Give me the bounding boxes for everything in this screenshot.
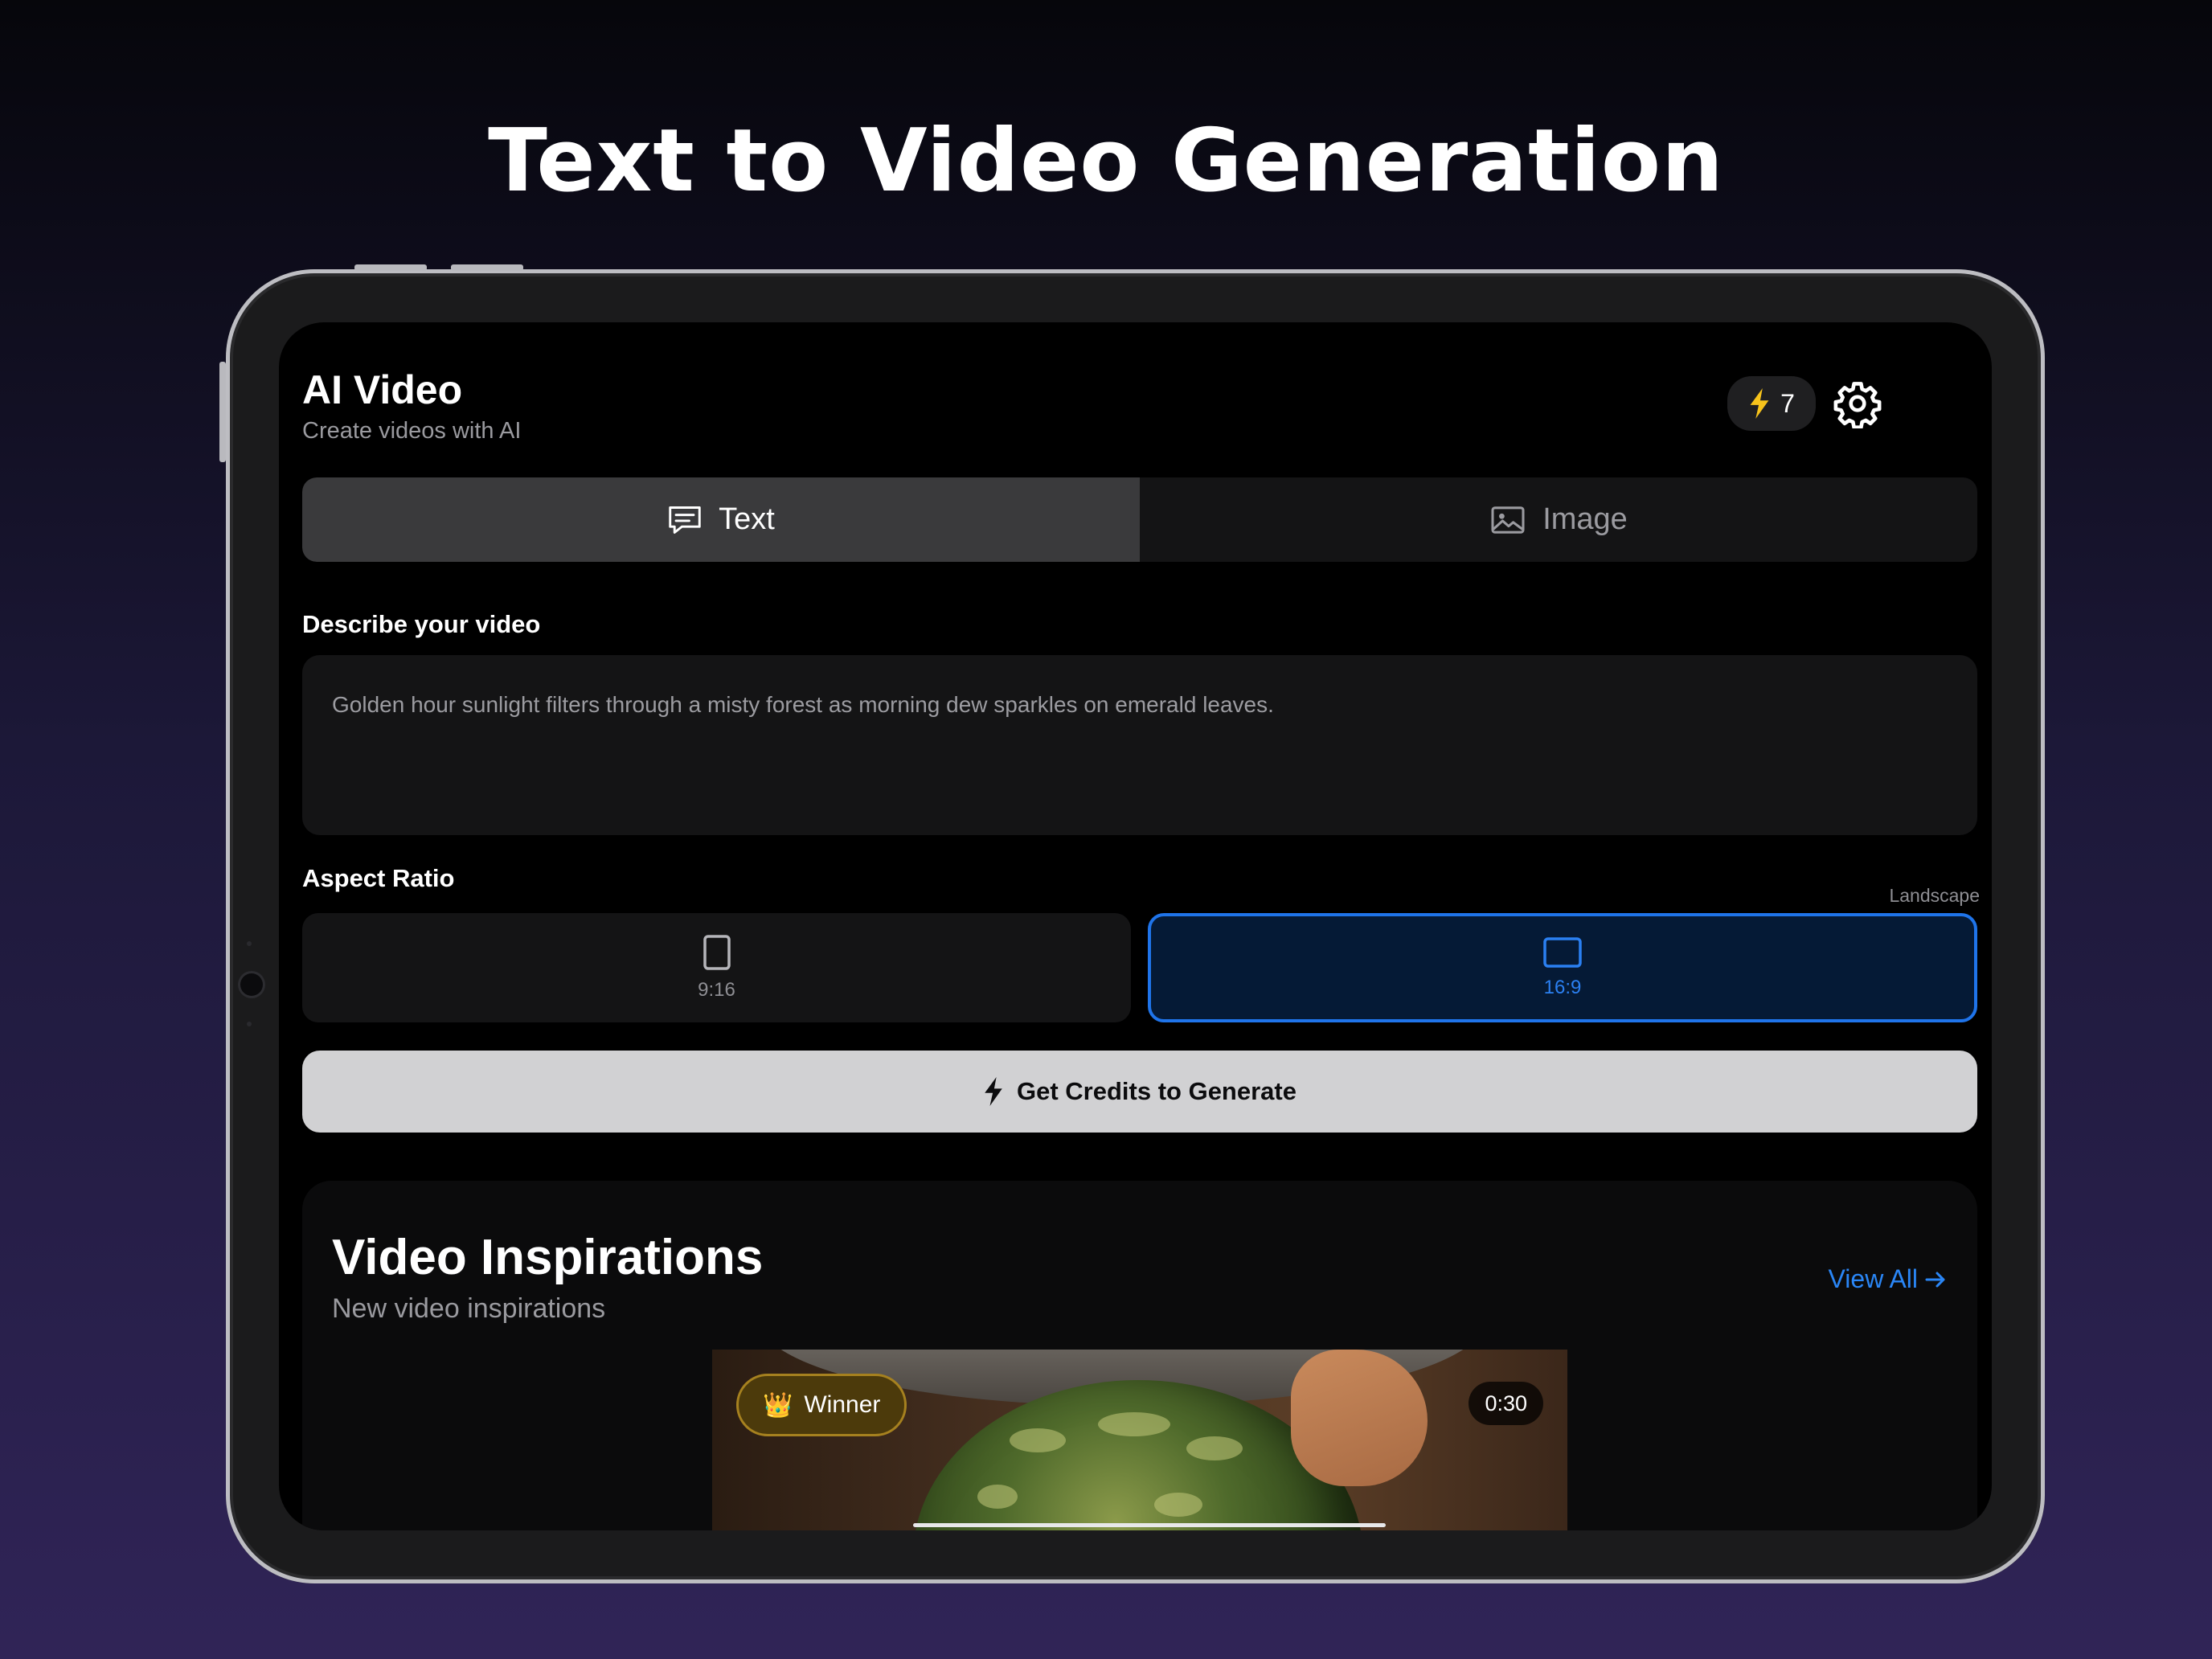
prompt-label: Describe your video: [302, 610, 541, 638]
app-screen: AI Video Create videos with AI 7 Text Im…: [279, 322, 1992, 1530]
credits-count: 7: [1780, 388, 1795, 418]
inspiration-video-card[interactable]: 👑 Winner 0:30: [712, 1350, 1567, 1530]
view-all-link[interactable]: View All: [1829, 1264, 1947, 1294]
tab-image-label: Image: [1542, 502, 1628, 536]
winner-badge: 👑 Winner: [736, 1374, 907, 1436]
sensor-dot: [247, 941, 252, 946]
landscape-rect-icon: [1543, 937, 1582, 968]
marketing-headline: Text to Video Generation: [488, 111, 1724, 211]
crown-icon: 👑: [763, 1391, 793, 1419]
chat-bubble-icon: [669, 506, 701, 534]
view-all-label: View All: [1828, 1264, 1918, 1293]
ratio-label-9-16: 9:16: [698, 979, 735, 1001]
bolt-icon: [1750, 388, 1769, 419]
video-duration: 0:30: [1469, 1382, 1543, 1425]
tab-image[interactable]: Image: [1140, 477, 1977, 562]
arrow-right-icon: [1925, 1272, 1945, 1287]
bolt-icon: [985, 1077, 1002, 1106]
tab-text[interactable]: Text: [302, 477, 1140, 562]
ratio-option-9-16[interactable]: 9:16: [302, 913, 1131, 1022]
gear-icon[interactable]: [1833, 379, 1882, 428]
tablet-frame: AI Video Create videos with AI 7 Text Im…: [219, 264, 2045, 1583]
app-subtitle: Create videos with AI: [302, 418, 522, 444]
side-button: [219, 362, 226, 462]
inspirations-section: Video Inspirations New video inspiration…: [302, 1181, 1977, 1530]
top-button-2: [451, 264, 523, 271]
app-title: AI Video: [302, 367, 463, 412]
ratio-option-16-9[interactable]: 16:9: [1148, 913, 1977, 1022]
home-indicator: [913, 1523, 1386, 1527]
inspirations-subtitle: New video inspirations: [332, 1293, 606, 1324]
tab-text-label: Text: [719, 502, 775, 536]
mode-segmented-control: Text Image: [302, 477, 1977, 562]
prompt-textarea[interactable]: Golden hour sunlight filters through a m…: [302, 655, 1977, 835]
photo-icon: [1491, 506, 1525, 534]
sensor-dot: [247, 1022, 252, 1026]
inspirations-title: Video Inspirations: [332, 1230, 764, 1285]
portrait-rect-icon: [703, 935, 731, 970]
ratio-label-16-9: 16:9: [1543, 977, 1582, 998]
front-camera: [240, 973, 263, 996]
get-credits-button[interactable]: Get Credits to Generate: [302, 1051, 1977, 1133]
aspect-ratio-label: Aspect Ratio: [302, 864, 455, 892]
top-button-1: [354, 264, 427, 271]
credits-badge[interactable]: 7: [1727, 376, 1816, 431]
get-credits-label: Get Credits to Generate: [1017, 1077, 1296, 1105]
aspect-ratio-current: Landscape: [1889, 885, 1980, 906]
winner-label: Winner: [804, 1391, 881, 1418]
hand-image: [1291, 1350, 1428, 1486]
